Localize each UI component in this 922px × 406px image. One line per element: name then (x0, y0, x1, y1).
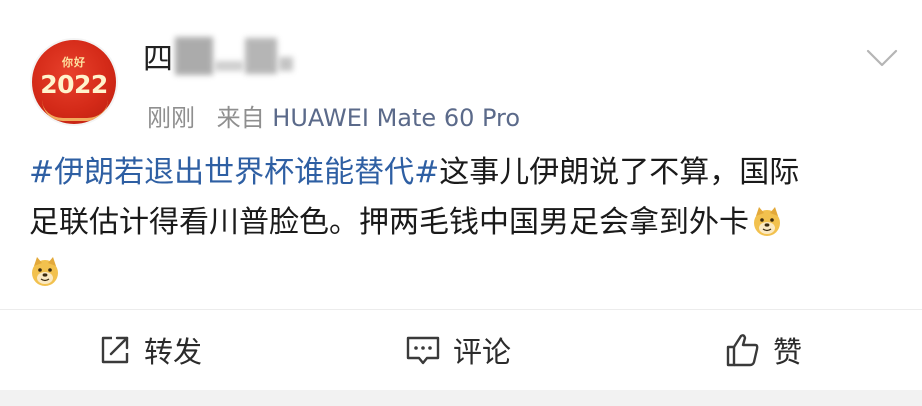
username-first-char: 四 (143, 42, 173, 77)
username-blurred-part (175, 37, 213, 75)
like-label: 赞 (773, 335, 803, 369)
post-meta: 刚刚 来自 HUAWEI Mate 60 Pro (147, 98, 520, 133)
hashtag-link[interactable]: #伊朗若退出世界杯谁能替代# (29, 155, 439, 190)
comment-label: 评论 (453, 335, 512, 369)
divider (0, 309, 922, 310)
repost-label: 转发 (144, 335, 203, 369)
post-text-line1: 这事儿伊朗说了不算，国际 (439, 155, 800, 190)
avatar-year-text: 2022 (40, 70, 108, 99)
comment-button[interactable]: 评论 (405, 326, 511, 374)
like-button[interactable]: 赞 (725, 326, 802, 374)
avatar-road-decoration (42, 100, 108, 121)
doge-emoji-icon (754, 207, 780, 236)
username[interactable]: 四 (143, 34, 293, 78)
username-blurred-part (215, 61, 243, 71)
chevron-down-icon[interactable] (866, 48, 898, 68)
repost-button[interactable]: 转发 (98, 326, 202, 374)
avatar[interactable]: 你好 2022 (30, 38, 118, 126)
post-text-line2: 足联估计得看川普脸色。押两毛钱中国男足会拿到外卡 (29, 205, 749, 240)
weibo-post-card: 你好 2022 四 刚刚 来自 HUAWEI Mate 60 Pro #伊朗若退… (0, 0, 922, 390)
username-blurred-part (245, 38, 277, 74)
post-time: 刚刚 (147, 104, 195, 132)
username-blurred-part (279, 57, 293, 71)
share-icon (101, 336, 129, 364)
comment-icon (406, 336, 440, 365)
avatar-top-text: 你好 (62, 56, 86, 69)
post-text: #伊朗若退出世界杯谁能替代#这事儿伊朗说了不算，国际 足联估计得看川普脸色。押两… (29, 148, 899, 298)
thumbs-up-icon (726, 334, 759, 367)
source-device[interactable]: HUAWEI Mate 60 Pro (272, 104, 520, 132)
source-prefix: 来自 (216, 104, 265, 132)
doge-emoji-icon (32, 257, 58, 286)
card-separator (0, 390, 922, 406)
